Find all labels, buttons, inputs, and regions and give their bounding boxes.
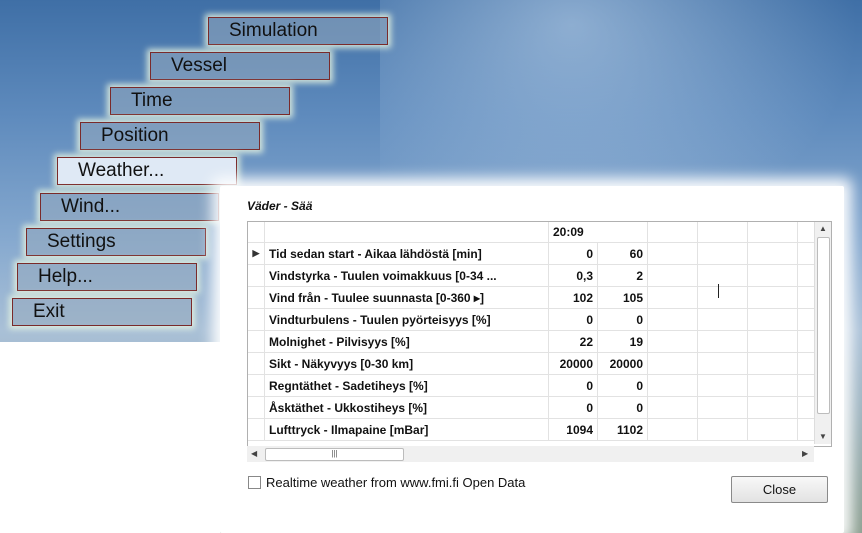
value-cell[interactable]: 0 xyxy=(597,396,648,419)
value-cell[interactable]: 22 xyxy=(548,330,598,353)
label-column-header xyxy=(264,222,549,243)
menu-position-button[interactable]: Position xyxy=(80,122,260,150)
empty-cell[interactable] xyxy=(647,286,698,309)
value-cell[interactable]: 0 xyxy=(548,396,598,419)
empty-cell[interactable] xyxy=(697,264,748,287)
menu-help-button[interactable]: Help... xyxy=(17,263,197,291)
empty-cell[interactable] xyxy=(747,286,798,309)
grid-header-row: 20:09 xyxy=(248,222,828,243)
menu-wind-button[interactable]: Wind... xyxy=(40,193,219,221)
empty-cell[interactable] xyxy=(647,330,698,353)
empty-cell[interactable] xyxy=(647,396,698,419)
empty-cell[interactable] xyxy=(747,374,798,397)
realtime-weather-label: Realtime weather from www.fmi.fi Open Da… xyxy=(266,475,526,490)
blank-area xyxy=(0,342,220,533)
menu-time-button[interactable]: Time xyxy=(110,87,290,115)
grid-row: Sikt - Näkyvyys [0-30 km] 20000 20000 xyxy=(248,352,828,375)
value-cell[interactable]: 0,3 xyxy=(548,264,598,287)
row-label: Lufttryck - Ilmapaine [mBar] xyxy=(264,418,549,441)
scroll-right-icon[interactable]: ▶ xyxy=(802,449,808,458)
empty-cell[interactable] xyxy=(647,418,698,441)
row-label: Molnighet - Pilvisyys [%] xyxy=(264,330,549,353)
edit-caret xyxy=(718,284,719,298)
value-cell[interactable]: 102 xyxy=(548,286,598,309)
weather-panel: Väder - Sää 20:09 ▶ Tid sedan start - Ai… xyxy=(220,186,844,533)
value-cell[interactable]: 0 xyxy=(548,308,598,331)
current-row-arrow-icon: ▶ xyxy=(248,242,265,265)
value-cell[interactable]: 105 xyxy=(597,286,648,309)
empty-cell[interactable] xyxy=(647,352,698,375)
realtime-weather-checkbox[interactable] xyxy=(248,476,261,489)
vertical-scrollbar[interactable]: ▲ ▼ xyxy=(814,222,831,444)
empty-cell[interactable] xyxy=(697,286,748,309)
value-cell[interactable]: 0 xyxy=(548,374,598,397)
grid-row: Lufttryck - Ilmapaine [mBar] 1094 1102 xyxy=(248,418,828,441)
value-cell[interactable]: 20000 xyxy=(548,352,598,375)
row-label: Åsktäthet - Ukkostiheys [%] xyxy=(264,396,549,419)
grid-row: Vindstyrka - Tuulen voimakkuus [0-34 ...… xyxy=(248,264,828,287)
panel-title: Väder - Sää xyxy=(247,199,313,213)
weather-grid[interactable]: 20:09 ▶ Tid sedan start - Aikaa lähdöstä… xyxy=(247,221,832,447)
empty-cell[interactable] xyxy=(747,352,798,375)
value-cell[interactable]: 0 xyxy=(597,308,648,331)
row-label: Vindturbulens - Tuulen pyörteisyys [%] xyxy=(264,308,549,331)
vertical-scroll-thumb[interactable] xyxy=(817,237,830,414)
grid-row: Regntäthet - Sadetiheys [%] 0 0 xyxy=(248,374,828,397)
empty-cell[interactable] xyxy=(747,396,798,419)
row-header-corner xyxy=(248,222,265,243)
value-cell[interactable]: 20000 xyxy=(597,352,648,375)
grid-row: Vindturbulens - Tuulen pyörteisyys [%] 0… xyxy=(248,308,828,331)
empty-cell[interactable] xyxy=(647,308,698,331)
row-label: Regntäthet - Sadetiheys [%] xyxy=(264,374,549,397)
row-label: Sikt - Näkyvyys [0-30 km] xyxy=(264,352,549,375)
menu-settings-button[interactable]: Settings xyxy=(26,228,206,256)
scroll-up-icon[interactable]: ▲ xyxy=(819,224,827,233)
empty-cell[interactable] xyxy=(747,418,798,441)
empty-cell[interactable] xyxy=(647,242,698,265)
empty-cell[interactable] xyxy=(747,264,798,287)
value-cell[interactable]: 19 xyxy=(597,330,648,353)
empty-cell[interactable] xyxy=(647,374,698,397)
empty-cell[interactable] xyxy=(747,330,798,353)
grid-row: ▶ Tid sedan start - Aikaa lähdöstä [min]… xyxy=(248,242,828,265)
empty-cell[interactable] xyxy=(697,374,748,397)
empty-cell[interactable] xyxy=(747,242,798,265)
row-label: Vindstyrka - Tuulen voimakkuus [0-34 ... xyxy=(264,264,549,287)
realtime-weather-option[interactable]: Realtime weather from www.fmi.fi Open Da… xyxy=(248,475,525,490)
grid-row: Åsktäthet - Ukkostiheys [%] 0 0 xyxy=(248,396,828,419)
empty-cell[interactable] xyxy=(697,352,748,375)
empty-cell[interactable] xyxy=(697,396,748,419)
time-column-header: 20:09 xyxy=(548,222,648,243)
menu-exit-button[interactable]: Exit xyxy=(12,298,192,326)
empty-cell[interactable] xyxy=(747,308,798,331)
empty-cell[interactable] xyxy=(697,242,748,265)
scroll-left-icon[interactable]: ◀ xyxy=(251,449,257,458)
empty-cell[interactable] xyxy=(647,264,698,287)
value-cell[interactable]: 0 xyxy=(597,374,648,397)
value-cell[interactable]: 1102 xyxy=(597,418,648,441)
empty-cell[interactable] xyxy=(697,330,748,353)
row-label: Tid sedan start - Aikaa lähdöstä [min] xyxy=(264,242,549,265)
close-button[interactable]: Close xyxy=(731,476,828,503)
empty-cell[interactable] xyxy=(697,308,748,331)
value-cell[interactable]: 60 xyxy=(597,242,648,265)
grid-row: Molnighet - Pilvisyys [%] 22 19 xyxy=(248,330,828,353)
horizontal-scrollbar[interactable]: ◀ ||| ▶ xyxy=(247,446,814,462)
menu-simulation-button[interactable]: Simulation xyxy=(208,17,388,45)
row-label: Vind från - Tuulee suunnasta [0-360 ▸] xyxy=(264,286,549,309)
empty-cell[interactable] xyxy=(697,418,748,441)
menu-vessel-button[interactable]: Vessel xyxy=(150,52,330,80)
scroll-down-icon[interactable]: ▼ xyxy=(819,432,827,441)
value-cell[interactable]: 0 xyxy=(548,242,598,265)
value-cell[interactable]: 1094 xyxy=(548,418,598,441)
grid-row: Vind från - Tuulee suunnasta [0-360 ▸] 1… xyxy=(248,286,828,309)
menu-weather-button[interactable]: Weather... xyxy=(57,157,237,185)
horizontal-scroll-thumb[interactable]: ||| xyxy=(265,448,404,461)
value-cell[interactable]: 2 xyxy=(597,264,648,287)
